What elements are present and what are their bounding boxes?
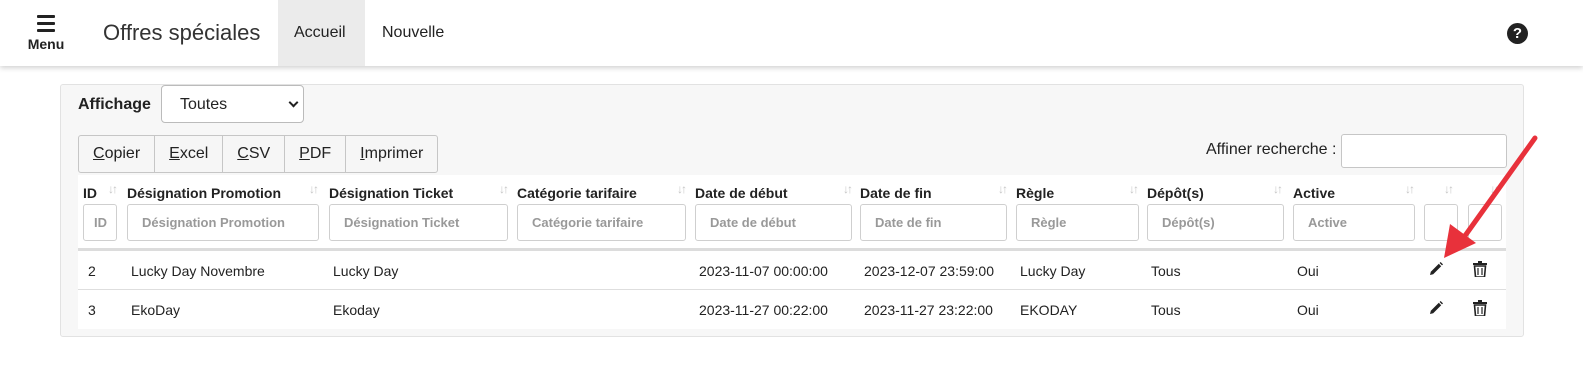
app-title: Offres spéciales [103,20,261,45]
affichage-label: Affichage [78,96,151,113]
cell-ticket: Ekoday [333,302,380,318]
affichage-selected-value: Toutes [180,96,228,113]
sort-icon[interactable]: ↓↑ [309,182,319,196]
affichage-select[interactable]: Toutes [161,85,304,123]
pencil-edit-icon[interactable] [1428,261,1444,282]
print-button[interactable]: Imprimer [345,135,439,173]
tab-accueil[interactable]: Accueil [278,0,365,66]
filter-input-fin[interactable]: Date de fin [860,204,1007,241]
cell-id: 2 [88,263,96,279]
cell-promotion: Lucky Day Novembre [131,263,265,279]
sort-icon[interactable]: ↓↑ [1405,182,1415,196]
filter-input-id[interactable]: ID [83,204,117,241]
question-circle-icon[interactable]: ? [1507,23,1528,44]
cell-active: Oui [1297,263,1319,279]
filter-input-regle[interactable]: Règle [1016,204,1139,241]
column-header-promotion[interactable]: Désignation Promotion ↓↑ Désignation Pro… [127,175,322,251]
pencil-edit-icon[interactable] [1428,300,1444,321]
cell-ticket: Lucky Day [333,263,399,279]
sort-icon[interactable]: ↓↑ [1444,182,1454,196]
column-header-depots[interactable]: Dépôt(s) ↓↑ Dépôt(s) [1147,175,1285,251]
cell-depots: Tous [1151,302,1181,318]
filter-input-delete[interactable] [1468,204,1502,241]
sort-icon[interactable]: ↓↑ [843,182,853,196]
offers-table: ID ↓↑ ID Désignation Promotion ↓↑ Désign… [78,175,1506,329]
pdf-button[interactable]: PDF [284,135,347,173]
column-header-fin[interactable]: Date de fin ↓↑ Date de fin [860,175,1008,251]
column-header-regle[interactable]: Règle ↓↑ Règle [1016,175,1140,251]
copy-button[interactable]: Copier [78,135,156,173]
sort-icon[interactable]: ↓↑ [998,182,1008,196]
sort-icon[interactable]: ↓↑ [677,182,687,196]
table-row[interactable]: 2 Lucky Day Novembre Lucky Day 2023-11-0… [78,251,1506,290]
excel-button[interactable]: Excel [154,135,224,173]
column-header-delete[interactable]: ↓↑ [1468,175,1506,251]
column-header-ticket[interactable]: Désignation Ticket ↓↑ Désignation Ticket [329,175,509,251]
filter-input-ticket[interactable]: Désignation Ticket [329,204,508,241]
cell-active: Oui [1297,302,1319,318]
cell-date-fin: 2023-12-07 23:59:00 [864,263,994,279]
filter-input-debut[interactable]: Date de début [695,204,852,241]
column-header-categorie[interactable]: Catégorie tarifaire ↓↑ Catégorie tarifai… [517,175,687,251]
filter-input-edit[interactable] [1424,204,1458,241]
table-header: ID ↓↑ ID Désignation Promotion ↓↑ Désign… [78,175,1506,251]
search-input[interactable] [1341,134,1507,168]
column-header-edit[interactable]: ↓↑ [1424,175,1462,251]
cell-date-debut: 2023-11-27 00:22:00 [699,302,828,318]
csv-button[interactable]: CSV [222,135,286,173]
menu-label: Menu [27,36,65,52]
top-navbar: Menu Offres spéciales Accueil Nouvelle ? [0,0,1583,66]
hamburger-icon [37,15,55,32]
search-label: Affiner recherche : [1206,141,1337,158]
column-header-id[interactable]: ID ↓↑ ID [83,175,121,251]
tab-nouvelle[interactable]: Nouvelle [366,0,460,66]
sort-icon[interactable]: ↓↑ [499,182,509,196]
cell-date-fin: 2023-11-27 23:22:00 [864,302,993,318]
chevron-down-icon [288,97,299,108]
filter-input-categorie[interactable]: Catégorie tarifaire [517,204,686,241]
column-header-debut[interactable]: Date de début ↓↑ Date de début [695,175,853,251]
table-row[interactable]: 3 EkoDay Ekoday 2023-11-27 00:22:00 2023… [78,290,1506,329]
sort-icon[interactable]: ↓↑ [108,182,118,196]
cell-regle: Lucky Day [1020,263,1086,279]
trash-delete-icon[interactable] [1473,261,1487,282]
cell-id: 3 [88,302,96,318]
cell-regle: EKODAY [1020,302,1078,318]
export-button-group: Copier Excel CSV PDF Imprimer [78,135,439,173]
menu-button[interactable]: Menu [22,10,70,58]
column-header-active[interactable]: Active ↓↑ Active [1293,175,1417,251]
sort-icon[interactable]: ↓↑ [1273,182,1283,196]
sort-icon[interactable]: ↓↑ [1490,182,1500,196]
filter-input-depots[interactable]: Dépôt(s) [1147,204,1284,241]
cell-depots: Tous [1151,263,1181,279]
cell-date-debut: 2023-11-07 00:00:00 [699,263,828,279]
sort-icon[interactable]: ↓↑ [1129,182,1139,196]
filter-input-active[interactable]: Active [1293,204,1415,241]
cell-promotion: EkoDay [131,302,181,318]
filter-input-promotion[interactable]: Désignation Promotion [127,204,319,241]
trash-delete-icon[interactable] [1473,300,1487,321]
offers-panel: Affichage Toutes Copier Excel CSV PDF Im… [60,84,1524,337]
